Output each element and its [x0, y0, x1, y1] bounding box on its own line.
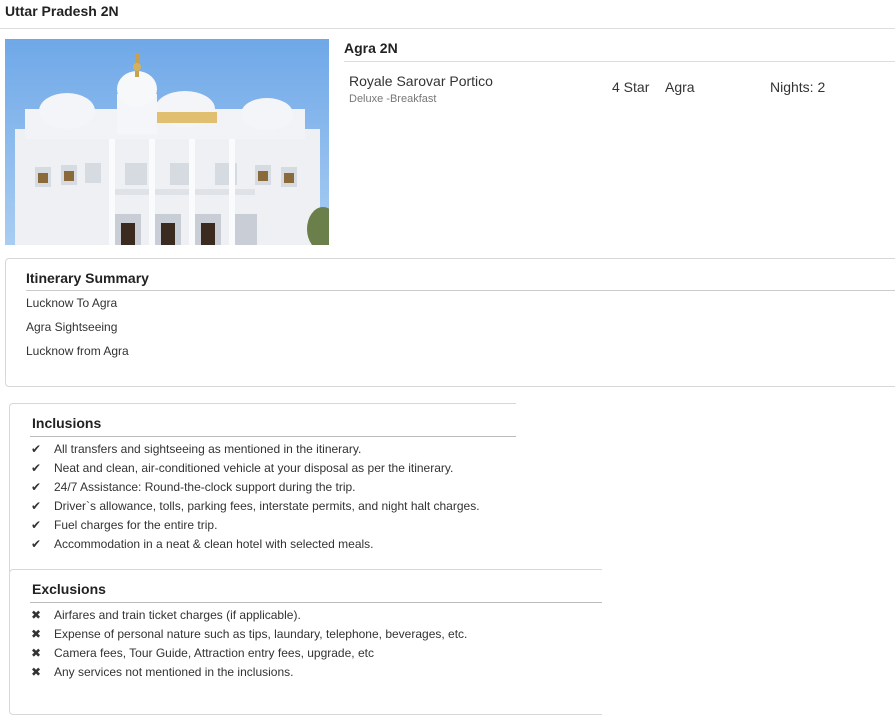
exclusion-text: Camera fees, Tour Guide, Attraction entr…	[54, 646, 374, 660]
inclusions-list: ✔ All transfers and sightseeing as mentio…	[30, 441, 480, 555]
hotel-nights: Nights: 2	[770, 79, 826, 95]
divider	[344, 61, 895, 62]
exclusion-text: Airfares and train ticket charges (if ap…	[54, 608, 301, 622]
divider	[30, 436, 516, 437]
cross-icon: ✖	[30, 608, 42, 622]
check-icon: ✔	[30, 518, 42, 532]
check-icon: ✔	[30, 537, 42, 551]
page-title: Uttar Pradesh 2N	[5, 3, 119, 19]
check-icon: ✔	[30, 461, 42, 475]
inclusion-text: All transfers and sightseeing as mention…	[54, 442, 362, 456]
inclusions-panel: Inclusions ✔ All transfers and sightseein…	[9, 403, 516, 572]
list-item: ✖ Expense of personal nature such as tips…	[30, 626, 467, 645]
inclusion-text: Accommodation in a neat & clean hotel wi…	[54, 537, 374, 551]
cross-icon: ✖	[30, 646, 42, 660]
hotel-name: Royale Sarovar Portico	[349, 73, 493, 89]
exclusions-title: Exclusions	[32, 581, 106, 597]
inclusions-title: Inclusions	[32, 415, 102, 431]
itinerary-summary-panel: Itinerary Summary Lucknow To Agra Agra S…	[5, 258, 895, 387]
hotel-details: Agra 2N Royale Sarovar Portico Deluxe -B…	[344, 39, 895, 105]
cross-icon: ✖	[30, 665, 42, 679]
list-item: ✔ 24/7 Assistance: Round-the-clock suppor…	[30, 479, 480, 498]
list-item: ✔ Neat and clean, air-conditioned vehicle…	[30, 460, 480, 479]
inclusion-text: 24/7 Assistance: Round-the-clock support…	[54, 480, 356, 494]
list-item: ✖ Camera fees, Tour Guide, Attraction ent…	[30, 645, 467, 664]
itinerary-title: Itinerary Summary	[26, 270, 149, 286]
exclusions-panel: Exclusions ✖ Airfares and train ticket ch…	[9, 569, 602, 715]
itinerary-item: Lucknow from Agra	[26, 344, 129, 358]
exclusion-text: Expense of personal nature such as tips,…	[54, 627, 468, 641]
hotel-city: Agra	[665, 79, 695, 95]
divider	[30, 602, 602, 603]
check-icon: ✔	[30, 480, 42, 494]
list-item: ✔ Driver`s allowance, tolls, parking fees…	[30, 498, 480, 517]
inclusion-text: Driver`s allowance, tolls, parking fees,…	[54, 499, 480, 513]
cross-icon: ✖	[30, 627, 42, 641]
list-item: ✔ Accommodation in a neat & clean hotel w…	[30, 536, 480, 555]
hotel-star-rating: 4 Star	[612, 79, 650, 95]
inclusion-text: Neat and clean, air-conditioned vehicle …	[54, 461, 454, 475]
divider	[26, 290, 895, 291]
list-item: ✖ Any services not mentioned in the inclu…	[30, 664, 467, 683]
check-icon: ✔	[30, 442, 42, 456]
list-item: ✔ All transfers and sightseeing as mentio…	[30, 441, 480, 460]
itinerary-item: Agra Sightseeing	[26, 320, 118, 334]
hotel-image	[5, 39, 329, 245]
divider	[0, 28, 895, 29]
exclusions-list: ✖ Airfares and train ticket charges (if a…	[30, 607, 467, 683]
itinerary-item: Lucknow To Agra	[26, 296, 118, 310]
city-title: Agra 2N	[344, 40, 398, 56]
itinerary-list: Lucknow To Agra Agra Sightseeing Lucknow…	[26, 295, 129, 367]
exclusion-text: Any services not mentioned in the inclus…	[54, 665, 294, 679]
check-icon: ✔	[30, 499, 42, 513]
list-item: ✖ Airfares and train ticket charges (if a…	[30, 607, 467, 626]
room-type: Deluxe -Breakfast	[349, 93, 437, 105]
inclusion-text: Fuel charges for the entire trip.	[54, 518, 218, 532]
list-item: ✔ Fuel charges for the entire trip.	[30, 517, 480, 536]
